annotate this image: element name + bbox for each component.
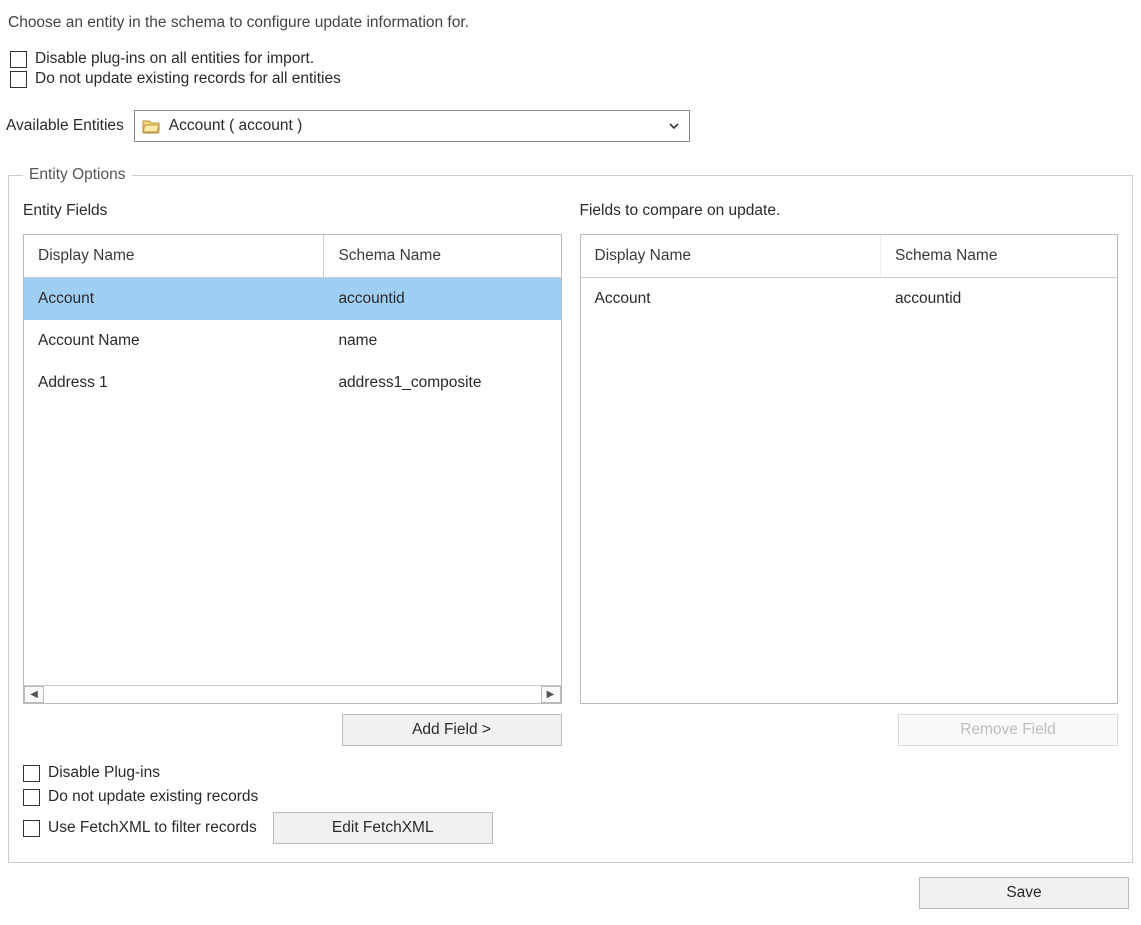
- disable-plugins-checkbox[interactable]: Disable Plug-ins: [23, 764, 1118, 782]
- col-schema-name[interactable]: Schema Name: [881, 235, 1117, 277]
- table-row[interactable]: Account Namename: [24, 320, 561, 362]
- no-update-existing-all-checkbox[interactable]: Do not update existing records for all e…: [10, 70, 1135, 88]
- cell-schema-name: name: [324, 320, 560, 362]
- col-display-name[interactable]: Display Name: [581, 235, 881, 277]
- folder-icon: [141, 116, 161, 136]
- save-button[interactable]: Save: [919, 877, 1129, 909]
- col-display-name[interactable]: Display Name: [24, 235, 324, 277]
- grid-header-row: Display Name Schema Name: [24, 235, 561, 278]
- cell-display-name: Account: [581, 278, 881, 320]
- scroll-track[interactable]: [44, 686, 541, 703]
- entity-fields-panel: Entity Fields Display Name Schema Name A…: [23, 198, 562, 746]
- cell-display-name: Address 1: [24, 362, 324, 404]
- checkbox-label: Do not update existing records: [48, 788, 258, 806]
- available-entities-dropdown[interactable]: Account ( account ): [134, 110, 690, 142]
- add-field-button[interactable]: Add Field >: [342, 714, 562, 746]
- chevron-down-icon: [667, 119, 681, 133]
- checkbox-label: Disable Plug-ins: [48, 764, 160, 782]
- checkbox-label: Do not update existing records for all e…: [35, 70, 341, 88]
- entity-fields-title: Entity Fields: [23, 202, 562, 220]
- checkbox-box: [23, 765, 40, 782]
- cell-schema-name: address1_composite: [324, 362, 560, 404]
- checkbox-label: Use FetchXML to filter records: [48, 819, 257, 837]
- entity-options-group: Entity Options Entity Fields Display Nam…: [8, 166, 1133, 863]
- scroll-left-arrow[interactable]: ◀: [24, 686, 44, 703]
- col-schema-name[interactable]: Schema Name: [324, 235, 560, 277]
- instruction-text: Choose an entity in the schema to config…: [8, 14, 1135, 32]
- checkbox-box: [23, 789, 40, 806]
- no-update-existing-checkbox[interactable]: Do not update existing records: [23, 788, 1118, 806]
- cell-schema-name: accountid: [324, 278, 560, 320]
- remove-field-button[interactable]: Remove Field: [898, 714, 1118, 746]
- checkbox-box: [10, 51, 27, 68]
- checkbox-box: [10, 71, 27, 88]
- checkbox-label: Disable plug-ins on all entities for imp…: [35, 50, 314, 68]
- entity-options-legend: Entity Options: [23, 166, 132, 184]
- table-row[interactable]: Address 1address1_composite: [24, 362, 561, 404]
- scroll-right-arrow[interactable]: ▶: [541, 686, 561, 703]
- horizontal-scrollbar[interactable]: ◀ ▶: [24, 685, 561, 703]
- cell-display-name: Account Name: [24, 320, 324, 362]
- table-row[interactable]: Accountaccountid: [581, 278, 1118, 320]
- edit-fetchxml-button[interactable]: Edit FetchXML: [273, 812, 493, 844]
- compare-fields-grid[interactable]: Display Name Schema Name Accountaccounti…: [580, 234, 1119, 704]
- cell-display-name: Account: [24, 278, 324, 320]
- checkbox-box: [23, 820, 40, 837]
- compare-fields-panel: Fields to compare on update. Display Nam…: [580, 198, 1119, 746]
- available-entities-label: Available Entities: [6, 117, 124, 135]
- dropdown-selected-text: Account ( account ): [169, 117, 659, 135]
- table-row[interactable]: Accountaccountid: [24, 278, 561, 320]
- entity-fields-grid[interactable]: Display Name Schema Name Accountaccounti…: [23, 234, 562, 704]
- cell-schema-name: accountid: [881, 278, 1117, 320]
- disable-plugins-all-checkbox[interactable]: Disable plug-ins on all entities for imp…: [10, 50, 1135, 68]
- use-fetchxml-checkbox[interactable]: Use FetchXML to filter records: [23, 819, 257, 837]
- grid-header-row: Display Name Schema Name: [581, 235, 1118, 278]
- compare-fields-title: Fields to compare on update.: [580, 202, 1119, 220]
